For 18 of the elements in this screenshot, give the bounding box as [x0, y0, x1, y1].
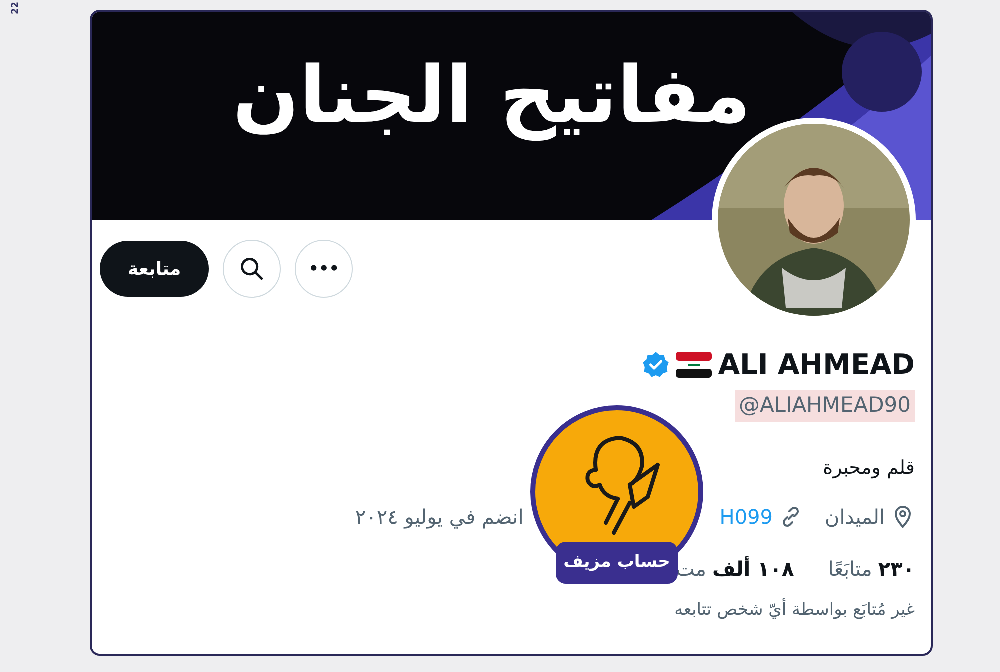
followers-label: مت	[676, 556, 706, 583]
user-handle: @ALIAHMEAD90	[734, 390, 915, 422]
fake-account-stamp-icon	[530, 405, 704, 555]
display-name: ALI AHMEAD	[718, 347, 915, 383]
search-button[interactable]	[223, 240, 282, 298]
following-count: ٢٣٠	[878, 556, 915, 583]
bio-text: قلم ومحبرة	[823, 456, 915, 481]
follow-button[interactable]: متابعة	[100, 241, 210, 297]
location-text: الميدان	[825, 504, 885, 531]
page-mark: 22	[10, 2, 22, 15]
flag-icon	[676, 352, 712, 378]
join-date: انضم في يوليو ٢٠٢٤	[355, 504, 524, 531]
fake-account-badge: حساب مزيف	[556, 542, 678, 584]
more-button[interactable]: •••	[295, 240, 354, 298]
followers-note: غير مُتابَع بواسطة أيّ شخص تتابعه	[674, 598, 915, 622]
following-label: متابَعًا	[828, 556, 872, 583]
search-icon	[239, 256, 266, 282]
followers-count: ١٠٨ ألف	[712, 555, 794, 583]
